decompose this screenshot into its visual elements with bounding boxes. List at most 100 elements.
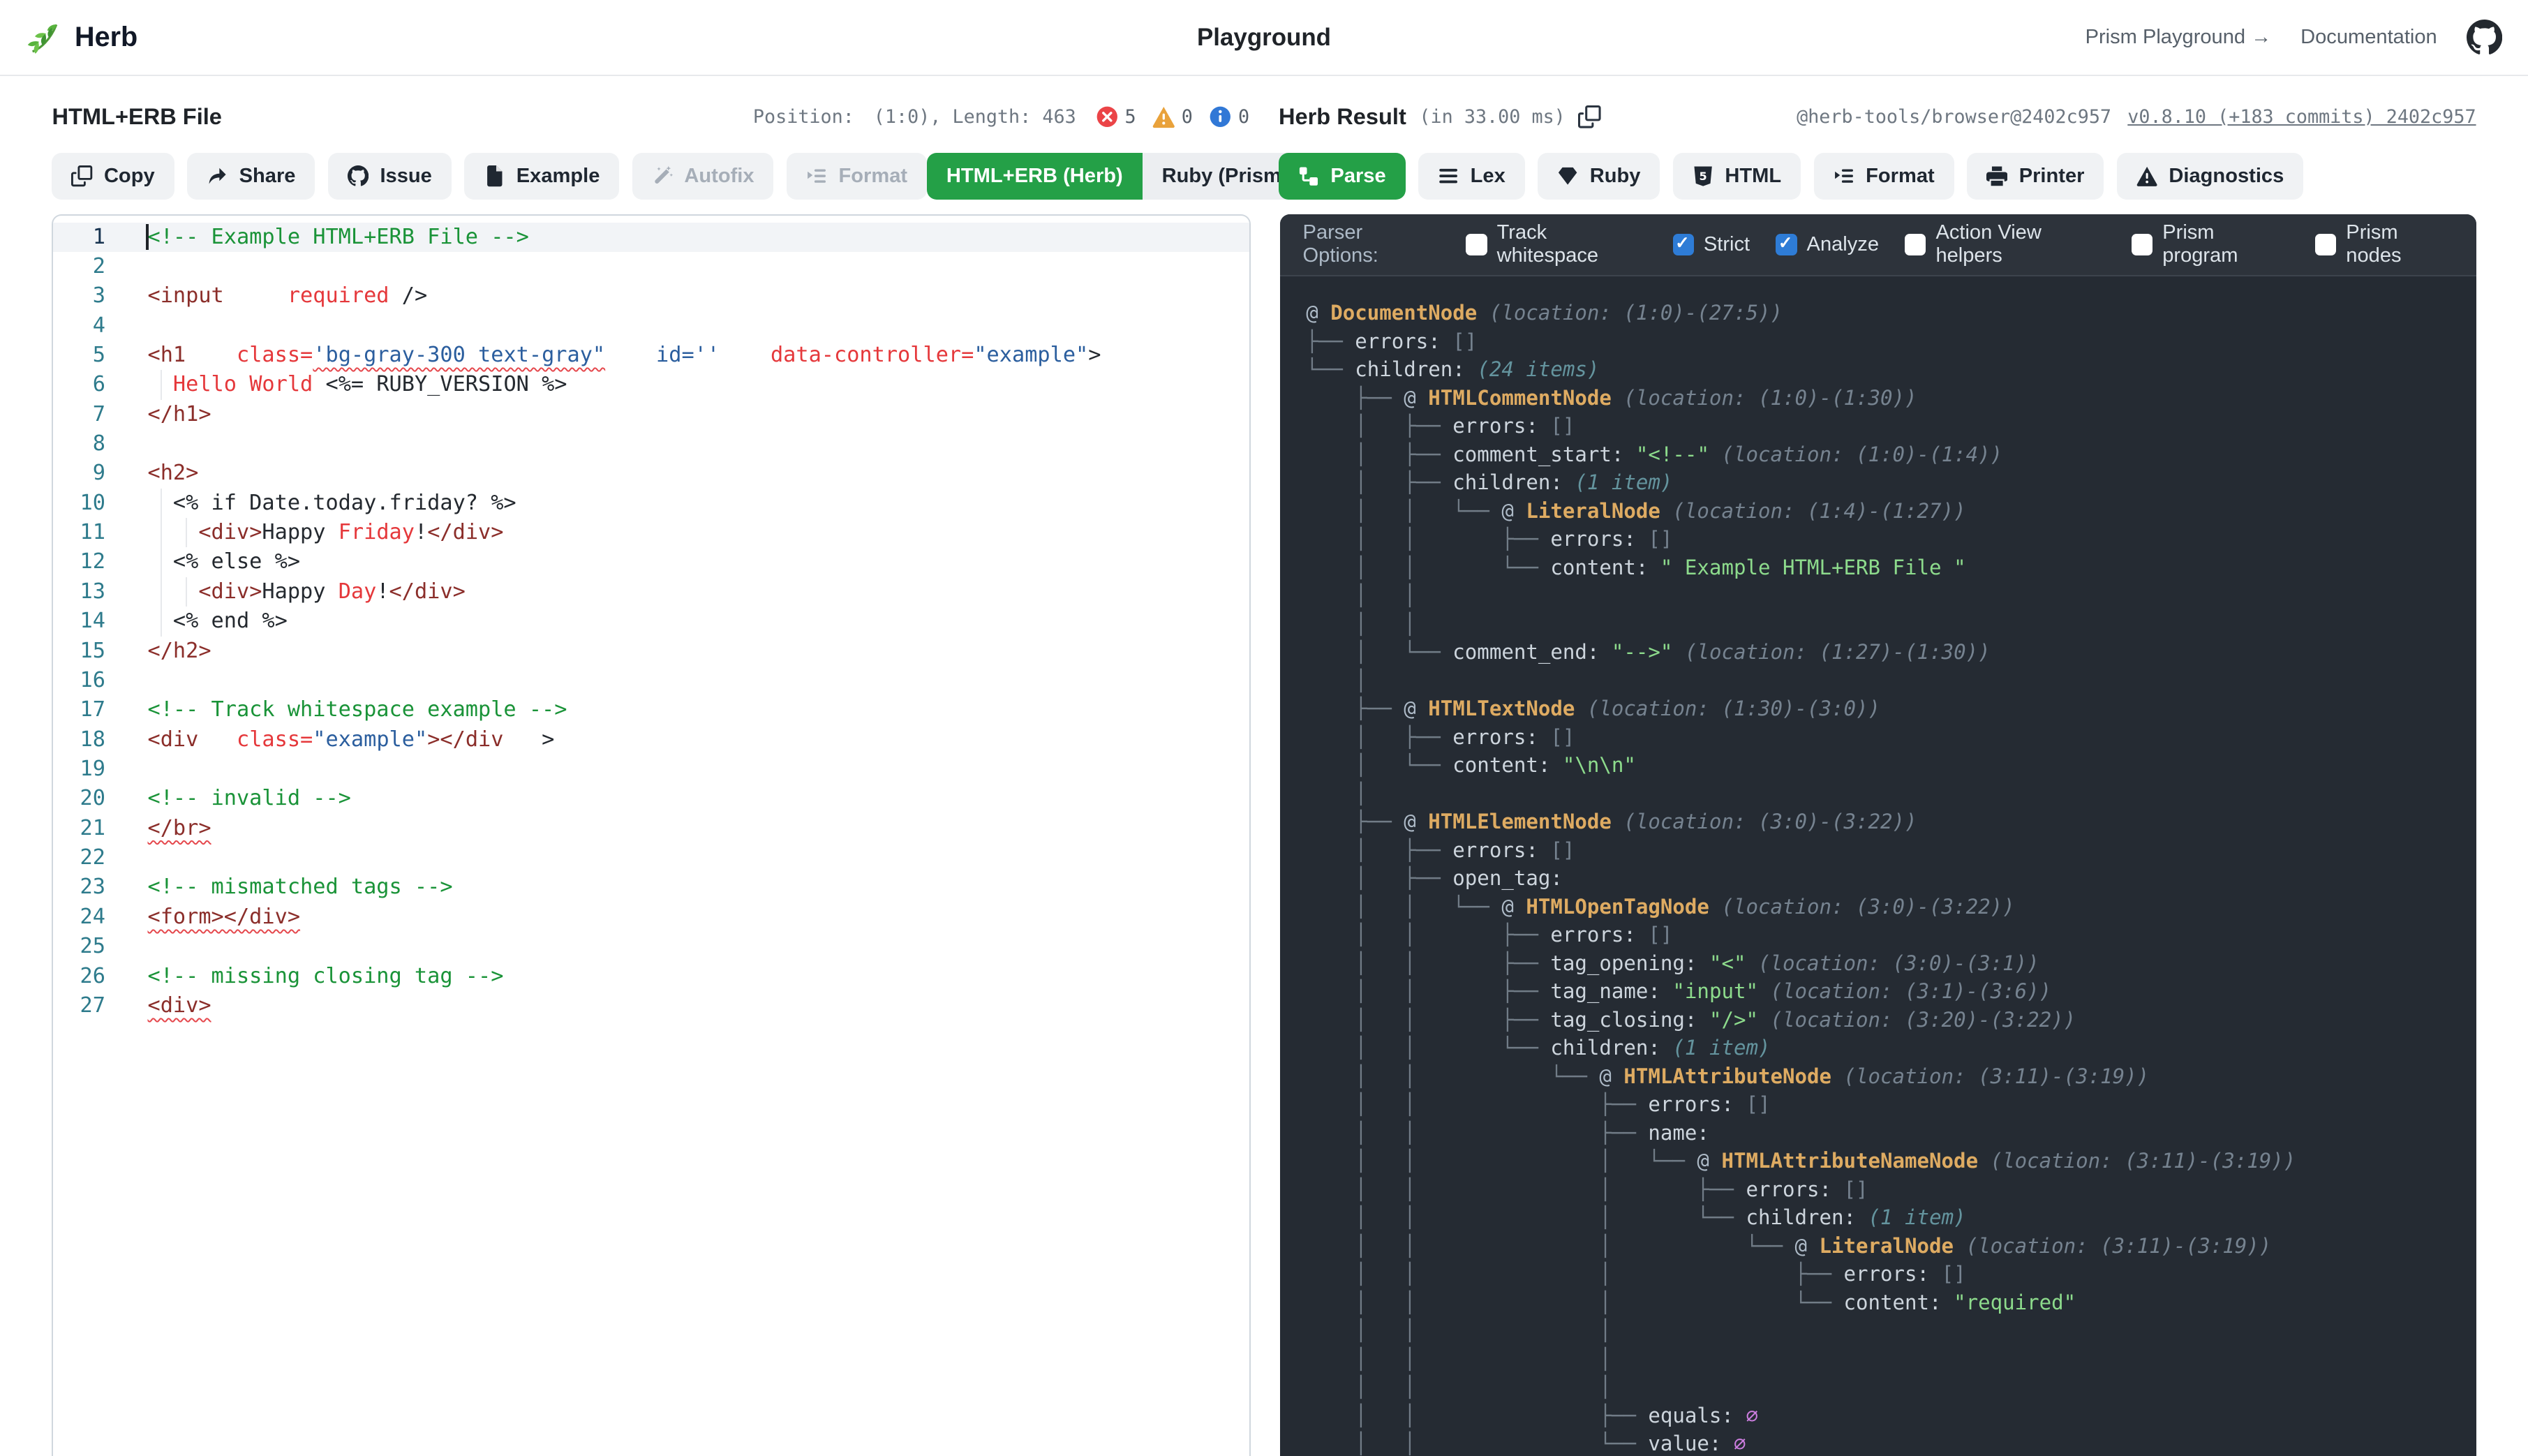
code-line: 14 <% end %>: [53, 607, 1249, 636]
tree-segment: (location: (1:0)-(27:5)): [1489, 301, 1783, 325]
tree-line: ├── @ HTMLCommentNode (location: (1:0)-(…: [1306, 384, 2450, 413]
code-line-content[interactable]: <form></div>: [128, 902, 1250, 932]
code-line-content[interactable]: Hello World <%= RUBY_VERSION %>: [128, 370, 1250, 399]
checkbox-checked-icon[interactable]: [1673, 234, 1694, 255]
code-line-content[interactable]: [128, 666, 1250, 695]
github-icon[interactable]: [2467, 20, 2502, 55]
diagnostics-button[interactable]: Diagnostics: [2117, 153, 2303, 200]
code-token: </br>: [147, 816, 211, 840]
tree-segment: "input": [1672, 979, 1770, 1003]
code-editor-panel[interactable]: 1<!-- Example HTML+ERB File -->2 3<input…: [52, 214, 1251, 1455]
code-line-content[interactable]: [128, 429, 1250, 459]
format-button[interactable]: Format: [787, 153, 927, 200]
checkbox-unchecked-icon[interactable]: [2315, 234, 2336, 255]
code-line-content[interactable]: <!-- missing closing tag -->: [128, 962, 1250, 991]
result-title: Herb Result: [1279, 104, 1406, 130]
tree-segment: comment_start:: [1452, 443, 1636, 466]
line-number: 12: [53, 547, 128, 577]
option-track-whitespace[interactable]: Track whitespace: [1466, 221, 1646, 267]
code-line: 21</br>: [53, 814, 1249, 843]
autofix-button[interactable]: Autofix: [632, 153, 774, 200]
option-prism-nodes[interactable]: Prism nodes: [2315, 221, 2453, 267]
version-link[interactable]: v0.8.10 (+183 commits) 2402c957: [2127, 106, 2476, 128]
checkbox-unchecked-icon[interactable]: [1905, 234, 1926, 255]
checkbox-checked-icon[interactable]: [1776, 234, 1797, 255]
code-line-content[interactable]: <!-- Track whitespace example -->: [128, 695, 1250, 725]
code-line-content[interactable]: <% if Date.today.friday? %>: [128, 489, 1250, 518]
tree-segment: []: [1550, 414, 1575, 438]
format-button[interactable]: Format: [1814, 153, 1954, 200]
code-line-content[interactable]: <input required />: [128, 281, 1250, 311]
code-token: Hello World: [173, 372, 313, 396]
tree-segment: errors:: [1355, 329, 1452, 353]
option-strict[interactable]: Strict: [1673, 233, 1750, 256]
code-line-content[interactable]: [128, 843, 1250, 872]
code-line-content[interactable]: </h1>: [128, 400, 1250, 429]
option-action-view-helpers[interactable]: Action View helpers: [1905, 221, 2106, 267]
code-line-content[interactable]: <!-- invalid -->: [128, 784, 1250, 813]
panel-headers-row: HTML+ERB File Position: (1:0), Length: 4…: [52, 98, 2476, 137]
html-button[interactable]: 5HTML: [1673, 153, 1801, 200]
code-line-content[interactable]: <div>Happy Friday!</div>: [128, 518, 1250, 547]
position-label: Position:: [753, 106, 854, 128]
code-line-content[interactable]: <h1 class='bg-gray-300 text-gray" id='' …: [128, 341, 1250, 370]
button-label: Copy: [104, 165, 155, 188]
documentation-link[interactable]: Documentation: [2300, 26, 2437, 49]
code-token: <h1: [147, 343, 186, 367]
code-line-content[interactable]: [128, 755, 1250, 784]
option-prism-program[interactable]: Prism program: [2132, 221, 2289, 267]
code-line-content[interactable]: <h2>: [128, 459, 1250, 488]
code-line-content[interactable]: <% else %>: [128, 547, 1250, 577]
printer-button[interactable]: Printer: [1967, 153, 2104, 200]
tree-line: │ │ ├── tag_name: "input" (location: (3:…: [1306, 977, 2450, 1006]
code-line-content[interactable]: <% end %>: [128, 607, 1250, 636]
lex-button[interactable]: Lex: [1418, 153, 1524, 200]
checkbox-unchecked-icon[interactable]: [1466, 234, 1487, 255]
code-line-content[interactable]: </br>: [128, 814, 1250, 843]
tree-segment: content:: [1452, 753, 1563, 777]
code-token: [147, 520, 198, 544]
tree-segment: []: [1648, 923, 1672, 946]
tree-line: │ │ │: [1306, 1316, 2450, 1345]
code-line-content[interactable]: [128, 252, 1250, 281]
option-analyze[interactable]: Analyze: [1776, 233, 1879, 256]
code-editor[interactable]: 1<!-- Example HTML+ERB File -->2 3<input…: [53, 216, 1249, 1020]
code-token: required: [288, 283, 389, 308]
code-line-content[interactable]: [128, 932, 1250, 961]
code-line-content[interactable]: [128, 311, 1250, 341]
code-line-content[interactable]: </h2>: [128, 637, 1250, 666]
tree-segment: │ ├──: [1306, 866, 1452, 890]
tree-line: └── children: (24 items): [1306, 355, 2450, 384]
line-number: 17: [53, 695, 128, 725]
tree-line: │ │ │ └── children: (1 item): [1306, 1203, 2450, 1232]
share-button[interactable]: Share: [187, 153, 315, 200]
prism-playground-link[interactable]: Prism Playground →: [2085, 26, 2272, 49]
code-line-content[interactable]: <div class="example"></div >: [128, 725, 1250, 755]
checkbox-unchecked-icon[interactable]: [2132, 234, 2152, 255]
code-line-content[interactable]: <div>Happy Day!</div>: [128, 577, 1250, 607]
parse-tree-output[interactable]: @ DocumentNode (location: (1:0)-(27:5))├…: [1280, 276, 2476, 1456]
tree-line: │ ├── errors: []: [1306, 836, 2450, 865]
code-token: <!-- missing closing tag -->: [147, 964, 503, 988]
tree-segment: │ │ ├──: [1306, 951, 1550, 975]
tree-line: │ │ ├── tag_opening: "<" (location: (3:0…: [1306, 949, 2450, 978]
line-number: 11: [53, 518, 128, 547]
ruby-button[interactable]: Ruby: [1538, 153, 1660, 200]
copy-result-icon[interactable]: [1578, 105, 1601, 128]
copy-button[interactable]: Copy: [52, 153, 174, 200]
tree-segment: │ │ └──: [1306, 499, 1501, 523]
tree-segment: []: [1550, 838, 1575, 862]
issue-button[interactable]: Issue: [328, 153, 452, 200]
parse-button[interactable]: Parse: [1279, 153, 1406, 200]
code-line: 5<h1 class='bg-gray-300 text-gray" id=''…: [53, 341, 1249, 370]
mode-html-erb-herb--button[interactable]: HTML+ERB (Herb): [927, 153, 1143, 200]
code-line-content[interactable]: <!-- mismatched tags -->: [128, 872, 1250, 902]
code-line: 24<form></div>: [53, 902, 1249, 932]
code-line-content[interactable]: <!-- Example HTML+ERB File -->: [128, 223, 1250, 252]
example-button[interactable]: Example: [464, 153, 619, 200]
code-line-content[interactable]: <div>: [128, 991, 1250, 1020]
tree-line: │ │ └── children: (1 item): [1306, 1034, 2450, 1062]
tree-line: │ │: [1306, 581, 2450, 610]
code-line: 20<!-- invalid -->: [53, 784, 1249, 813]
code-token: <!-- Example HTML+ERB File -->: [147, 225, 528, 249]
